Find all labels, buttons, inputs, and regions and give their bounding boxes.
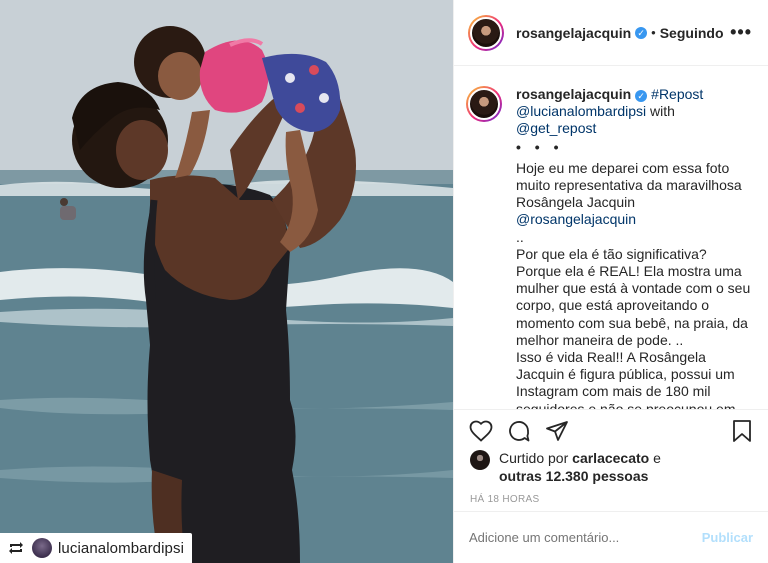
following-button[interactable]: Seguindo [660,25,724,41]
repost-icon [6,538,26,558]
author-avatar[interactable] [468,14,504,51]
beach-photo-illustration [0,0,453,563]
caption-paragraph-1-end: .. [516,228,524,245]
publish-button[interactable]: Publicar [702,530,753,545]
repost-user-avatar [32,538,52,558]
mention-get-repost[interactable]: @get_repost [516,120,596,136]
likes-middle: e [649,450,661,466]
more-options-icon[interactable]: ••• [730,22,752,43]
instagram-post: lucianalombardipsi rosangelajacquin ✓ • … [0,0,768,563]
caption-dots: • • • [516,138,564,155]
post-caption: rosangelajacquin ✓ #Repost @lucianalombard… [454,66,768,409]
likes-prefix: Curtido por [499,450,573,466]
likes-text: Curtido por carlacecato e outras 12.380 … [499,450,661,485]
post-actions-section: Curtido por carlacecato e outras 12.380 … [454,409,768,505]
comment-icon[interactable] [506,418,532,444]
mention-rosangelajacquin[interactable]: @rosangelajacquin [516,211,636,227]
comment-input[interactable] [469,530,702,545]
post-header: rosangelajacquin ✓ • Seguindo ••• [454,0,768,66]
caption-verified-badge-icon: ✓ [635,90,648,102]
liker-username[interactable]: carlacecato [572,450,649,466]
verified-badge-icon: ✓ [635,26,648,39]
like-heart-icon[interactable] [468,418,494,444]
mention-lucianalombardipsi[interactable]: @lucianalombardipsi [516,103,646,119]
author-username[interactable]: rosangelajacquin [516,25,631,41]
share-icon[interactable] [544,418,570,444]
header-separator: • [651,25,656,40]
likes-summary: Curtido por carlacecato e outras 12.380 … [454,450,768,485]
liker-avatar[interactable] [470,450,490,470]
caption-text: rosangelajacquin ✓ #Repost @lucianalombard… [516,86,752,409]
post-side-panel: rosangelajacquin ✓ • Seguindo ••• rosang… [453,0,768,563]
caption-author-avatar[interactable] [466,86,502,122]
caption-username[interactable]: rosangelajacquin [516,86,631,102]
comment-bar: Publicar [454,511,768,563]
caption-paragraph-2: Por que ela é tão significativa? Porque … [516,245,751,348]
action-bar [454,410,768,452]
post-timestamp[interactable]: HÁ 18 HORAS [454,485,768,505]
bookmark-icon[interactable] [729,418,755,444]
caption-with: with [646,103,675,120]
repost-username: lucianalombardipsi [58,539,185,557]
post-photo[interactable]: lucianalombardipsi [0,0,453,563]
caption-paragraph-1: Hoje eu me deparei com essa foto muito r… [516,159,742,211]
repost-tag[interactable]: lucianalombardipsi [0,533,193,563]
hashtag-repost[interactable]: #Repost [651,86,703,102]
likes-others[interactable]: outras 12.380 pessoas [499,468,648,484]
caption-paragraph-3: Isso é vida Real!! A Rosângela Jacquin é… [516,349,736,409]
